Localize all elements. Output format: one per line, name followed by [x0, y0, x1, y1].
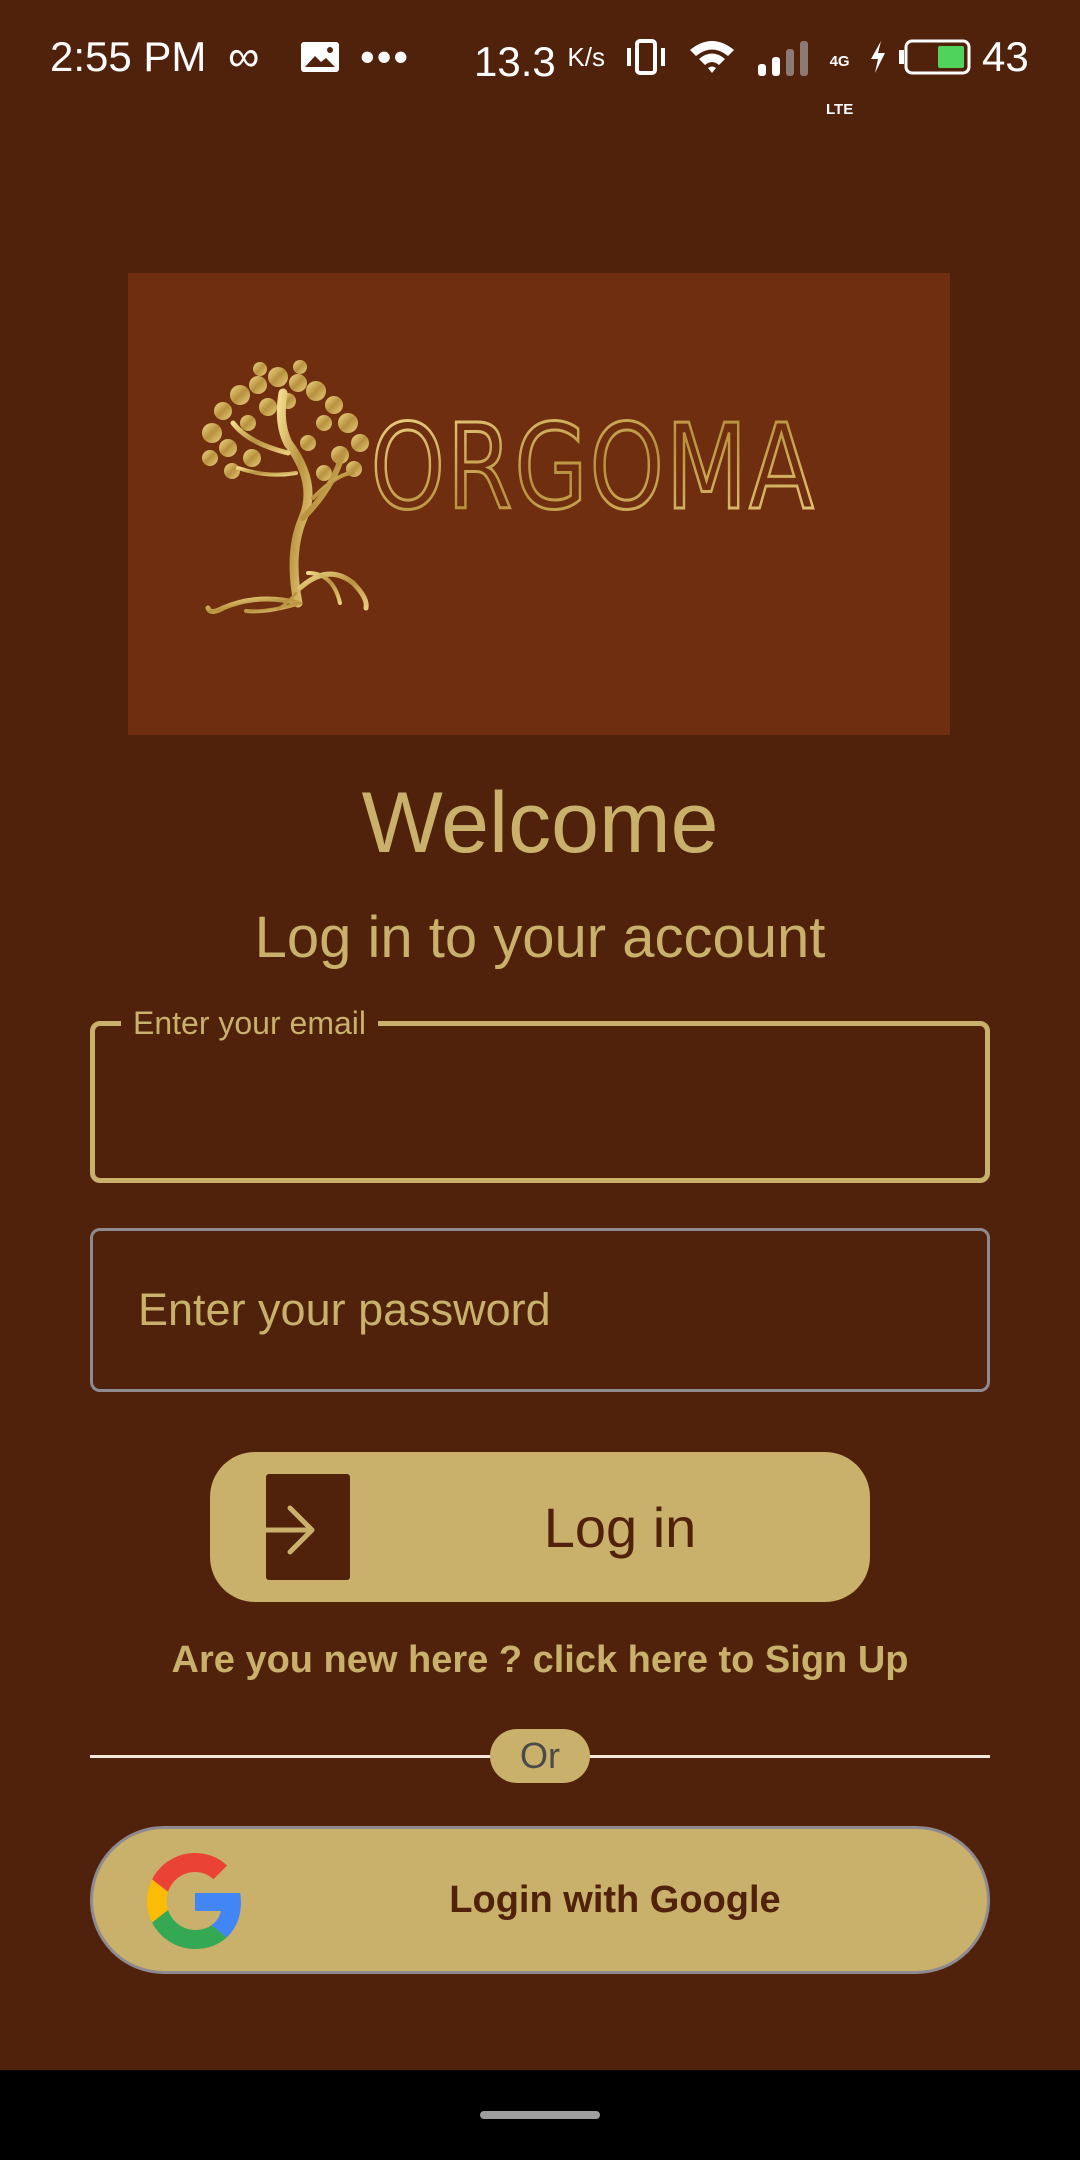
battery-level: 43 [982, 33, 1029, 80]
battery-icon [899, 39, 971, 75]
home-gesture-handle[interactable] [480, 2111, 600, 2119]
image-icon [301, 42, 339, 72]
divider-line-right [588, 1755, 990, 1758]
navigation-bar [0, 2070, 1080, 2160]
password-input[interactable] [93, 1231, 987, 1389]
password-field[interactable] [90, 1228, 990, 1392]
infinity-icon: ∞ [228, 32, 260, 81]
logo-banner: ORGOMA [128, 273, 950, 735]
google-icon [147, 1853, 241, 1949]
or-divider-label: Or [490, 1729, 590, 1783]
wifi-icon [690, 41, 734, 73]
login-subtitle: Log in to your account [254, 905, 826, 970]
email-input[interactable] [95, 1026, 985, 1178]
google-button-label: Login with Google [449, 1878, 781, 1921]
email-field[interactable]: Enter your email [90, 1002, 990, 1183]
tree-icon: ORGOMA [202, 360, 816, 614]
google-login-button[interactable]: Login with Google [90, 1826, 990, 1974]
signup-link[interactable]: Are you new here ? click here to Sign Up [0, 1635, 1080, 1685]
network-type: 4G LTE [826, 53, 854, 118]
status-time: 2:55 PM [50, 33, 207, 80]
network-speed: 13.3 K/s [474, 38, 605, 85]
signal-icon [758, 41, 808, 76]
welcome-title: Welcome [361, 775, 719, 871]
charging-icon [871, 41, 885, 73]
more-dots-icon: ••• [360, 33, 411, 80]
divider-line-left [90, 1755, 492, 1758]
vibrate-icon [627, 39, 665, 75]
login-button-label: Log in [543, 1495, 697, 1559]
brand-name: ORGOMA [371, 398, 816, 536]
network-speed-unit: K/s [567, 42, 605, 72]
login-arrow-icon [241, 1505, 315, 1555]
status-bar: 2:55 PM ∞ ••• 13.3 K/s 4G LTE 43 [0, 0, 1080, 119]
login-button[interactable]: Log in [210, 1452, 870, 1602]
login-screen: 2:55 PM ∞ ••• 13.3 K/s 4G LTE 43 ORGOMA … [0, 0, 1080, 2160]
